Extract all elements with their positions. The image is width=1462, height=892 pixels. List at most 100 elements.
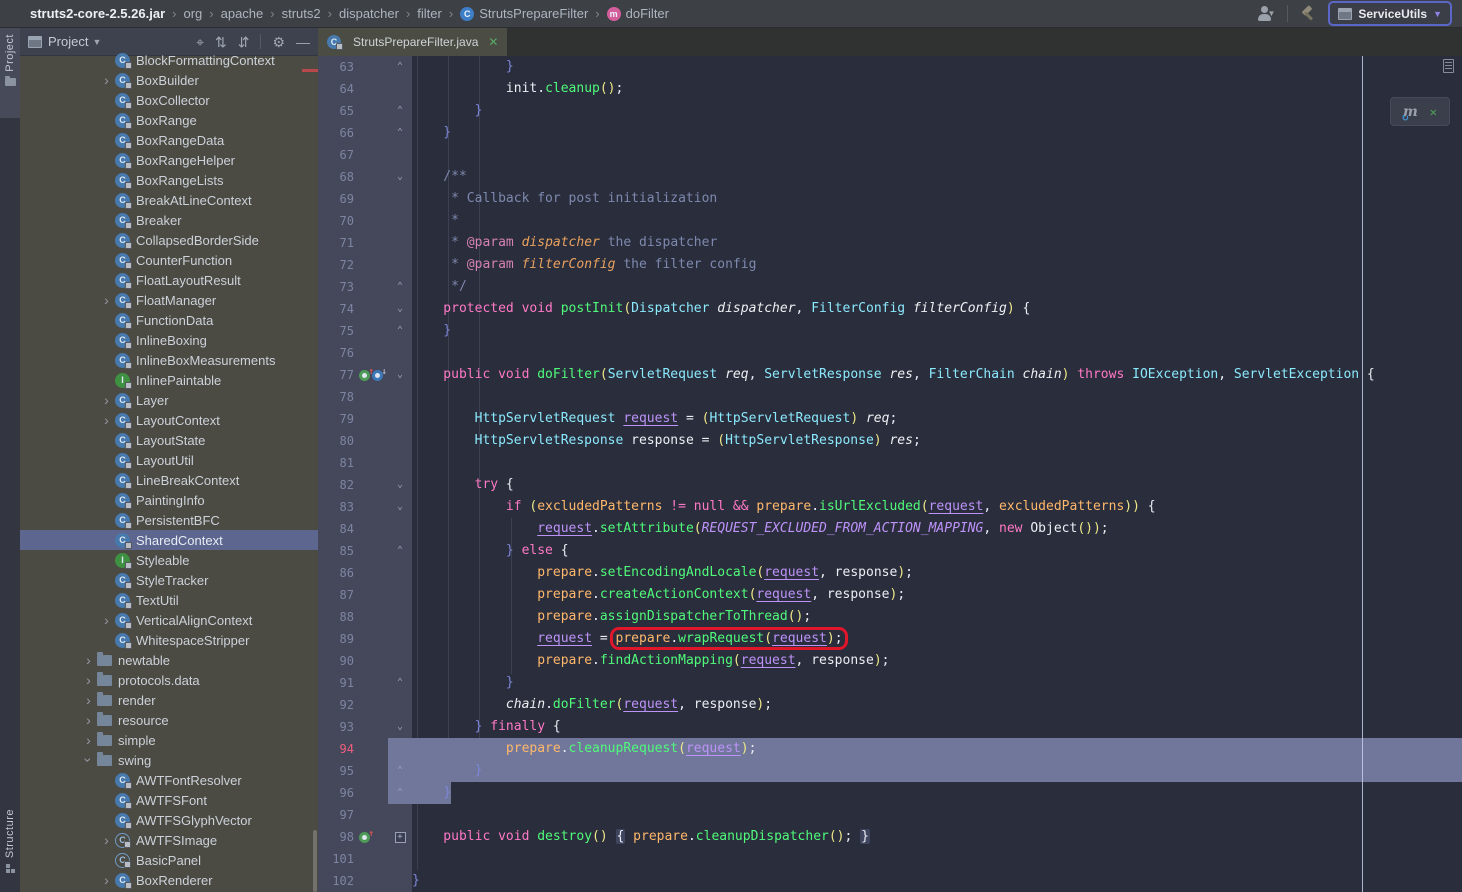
code-line[interactable]: 76 (318, 342, 1462, 364)
code-line[interactable]: 93⌄ } finally { (318, 716, 1462, 738)
code-text[interactable] (412, 144, 1462, 166)
code-text[interactable]: } (412, 122, 1462, 144)
code-text[interactable]: prepare.findActionMapping(request, respo… (412, 650, 1462, 672)
tree-scrollbar[interactable] (313, 830, 317, 892)
code-text[interactable]: } (412, 100, 1462, 122)
code-line[interactable]: 84 request.setAttribute(REQUEST_EXCLUDED… (318, 518, 1462, 540)
chevron-down-icon[interactable]: › (82, 752, 96, 769)
project-tree-item[interactable]: CAWTFontResolver (20, 770, 318, 790)
code-line[interactable]: 63⌃ } (318, 56, 1462, 78)
project-tree-item[interactable]: ›render (20, 690, 318, 710)
project-tree-item[interactable]: CSharedContext (20, 530, 318, 550)
code-text[interactable]: } (412, 56, 1462, 78)
line-number[interactable]: 88 (318, 610, 358, 624)
line-number[interactable]: 83 (318, 500, 358, 514)
code-line[interactable]: 65⌃ } (318, 100, 1462, 122)
code-line[interactable]: 71 * @param dispatcher the dispatcher (318, 232, 1462, 254)
code-text[interactable]: * (412, 210, 1462, 232)
code-text[interactable]: if (excludedPatterns != null && prepare.… (412, 496, 1462, 518)
line-number[interactable]: 71 (318, 236, 358, 250)
code-text[interactable]: protected void postInit(Dispatcher dispa… (412, 298, 1462, 320)
code-line[interactable]: 86 prepare.setEncodingAndLocale(request,… (318, 562, 1462, 584)
line-number[interactable]: 84 (318, 522, 358, 536)
code-line[interactable]: 94 prepare.cleanupRequest(request); (318, 738, 1462, 760)
fold-expand-icon[interactable]: + (388, 826, 412, 848)
code-text[interactable]: } (412, 760, 1462, 782)
code-line[interactable]: 69 * Callback for post initialization (318, 188, 1462, 210)
expand-all-icon[interactable]: ⇅ (215, 35, 227, 49)
code-text[interactable]: */ (412, 276, 1462, 298)
fold-up-icon[interactable]: ⌃ (388, 760, 412, 782)
method-hint-widget[interactable]: m↻ ✕ (1390, 97, 1450, 126)
chevron-right-icon[interactable]: › (80, 733, 97, 747)
chevron-right-icon[interactable]: › (98, 413, 115, 427)
line-number[interactable]: 67 (318, 148, 358, 162)
project-tree-item[interactable]: ›protocols.data (20, 670, 318, 690)
project-tree-item[interactable]: CPersistentBFC (20, 510, 318, 530)
code-line[interactable]: 68⌄ /** (318, 166, 1462, 188)
code-line[interactable]: 91⌃ } (318, 672, 1462, 694)
code-text[interactable]: /** (412, 166, 1462, 188)
line-number[interactable]: 65 (318, 104, 358, 118)
chevron-right-icon[interactable]: › (98, 73, 115, 87)
project-tree-item[interactable]: CLayoutState (20, 430, 318, 450)
fold-down-icon[interactable]: ⌄ (388, 474, 412, 496)
fold-up-icon[interactable]: ⌃ (388, 122, 412, 144)
line-number[interactable]: 79 (318, 412, 358, 426)
line-number[interactable]: 70 (318, 214, 358, 228)
code-line[interactable]: 81 (318, 452, 1462, 474)
line-number[interactable]: 87 (318, 588, 358, 602)
locate-icon[interactable]: ⌖ (196, 35, 204, 49)
chevron-right-icon[interactable]: › (80, 653, 97, 667)
build-hammer-icon[interactable] (1300, 6, 1316, 22)
chevron-right-icon[interactable]: › (98, 613, 115, 627)
code-line[interactable]: 74⌄ protected void postInit(Dispatcher d… (318, 298, 1462, 320)
code-text[interactable]: } else { (412, 540, 1462, 562)
line-number[interactable]: 98 (318, 830, 358, 844)
code-line[interactable]: 77↑↓⌄ public void doFilter(ServletReques… (318, 364, 1462, 386)
project-tree-item[interactable]: ›newtable (20, 650, 318, 670)
code-line[interactable]: 96⌃ } (318, 782, 1462, 804)
code-text[interactable]: prepare.setEncodingAndLocale(request, re… (412, 562, 1462, 584)
code-line[interactable]: 79 HttpServletRequest request = (HttpSer… (318, 408, 1462, 430)
fold-up-icon[interactable]: ⌃ (388, 782, 412, 804)
code-text[interactable]: try { (412, 474, 1462, 496)
chevron-down-icon[interactable]: ▼ (92, 37, 101, 47)
breadcrumb-item[interactable]: filter (417, 6, 442, 21)
overrides-method-icon[interactable]: ↑ (359, 370, 370, 381)
chevron-right-icon[interactable]: › (98, 393, 115, 407)
project-tree-item[interactable]: CInlineBoxMeasurements (20, 350, 318, 370)
code-line[interactable]: 72 * @param filterConfig the filter conf… (318, 254, 1462, 276)
code-line[interactable]: 97 (318, 804, 1462, 826)
project-tree-item[interactable]: ›CVerticalAlignContext (20, 610, 318, 630)
breadcrumb-item[interactable]: apache (221, 6, 264, 21)
code-line[interactable]: 95⌃ } (318, 760, 1462, 782)
project-tree-item[interactable]: ›swing (20, 750, 318, 770)
project-tree-item[interactable]: ›CAWTFSImage (20, 830, 318, 850)
code-text[interactable]: HttpServletResponse response = (HttpServ… (412, 430, 1462, 452)
line-number[interactable]: 82 (318, 478, 358, 492)
code-text[interactable]: } (412, 672, 1462, 694)
code-text[interactable]: } (412, 870, 1462, 892)
code-line[interactable]: 64 init.cleanup(); (318, 78, 1462, 100)
line-number[interactable]: 89 (318, 632, 358, 646)
breadcrumb-item[interactable]: dispatcher (339, 6, 399, 21)
code-text[interactable]: request = prepare.wrapRequest(request); (412, 628, 1462, 650)
stripe-tab-project[interactable]: Project (0, 28, 20, 118)
code-line[interactable]: 66⌃ } (318, 122, 1462, 144)
tab-strutspreparefilter[interactable]: C StrutsPrepareFilter.java ✕ (318, 28, 507, 56)
project-tree-item[interactable]: IStyleable (20, 550, 318, 570)
fold-down-icon[interactable]: ⌄ (388, 716, 412, 738)
fold-up-icon[interactable]: ⌃ (388, 56, 412, 78)
line-number[interactable]: 97 (318, 808, 358, 822)
code-text[interactable]: request.setAttribute(REQUEST_EXCLUDED_FR… (412, 518, 1462, 540)
code-text[interactable]: HttpServletRequest request = (HttpServle… (412, 408, 1462, 430)
project-tree-item[interactable]: CAWTFSGlyphVector (20, 810, 318, 830)
code-line[interactable]: 92 chain.doFilter(request, response); (318, 694, 1462, 716)
project-tree-item[interactable]: ›CLayer (20, 390, 318, 410)
line-number[interactable]: 102 (318, 874, 358, 888)
code-line[interactable]: 85⌃ } else { (318, 540, 1462, 562)
breadcrumb-item[interactable]: CStrutsPrepareFilter (460, 6, 588, 21)
code-line[interactable]: 87 prepare.createActionContext(request, … (318, 584, 1462, 606)
code-editor[interactable]: 63⌃ }64 init.cleanup();65⌃ }66⌃ }6768⌄ /… (318, 56, 1462, 892)
